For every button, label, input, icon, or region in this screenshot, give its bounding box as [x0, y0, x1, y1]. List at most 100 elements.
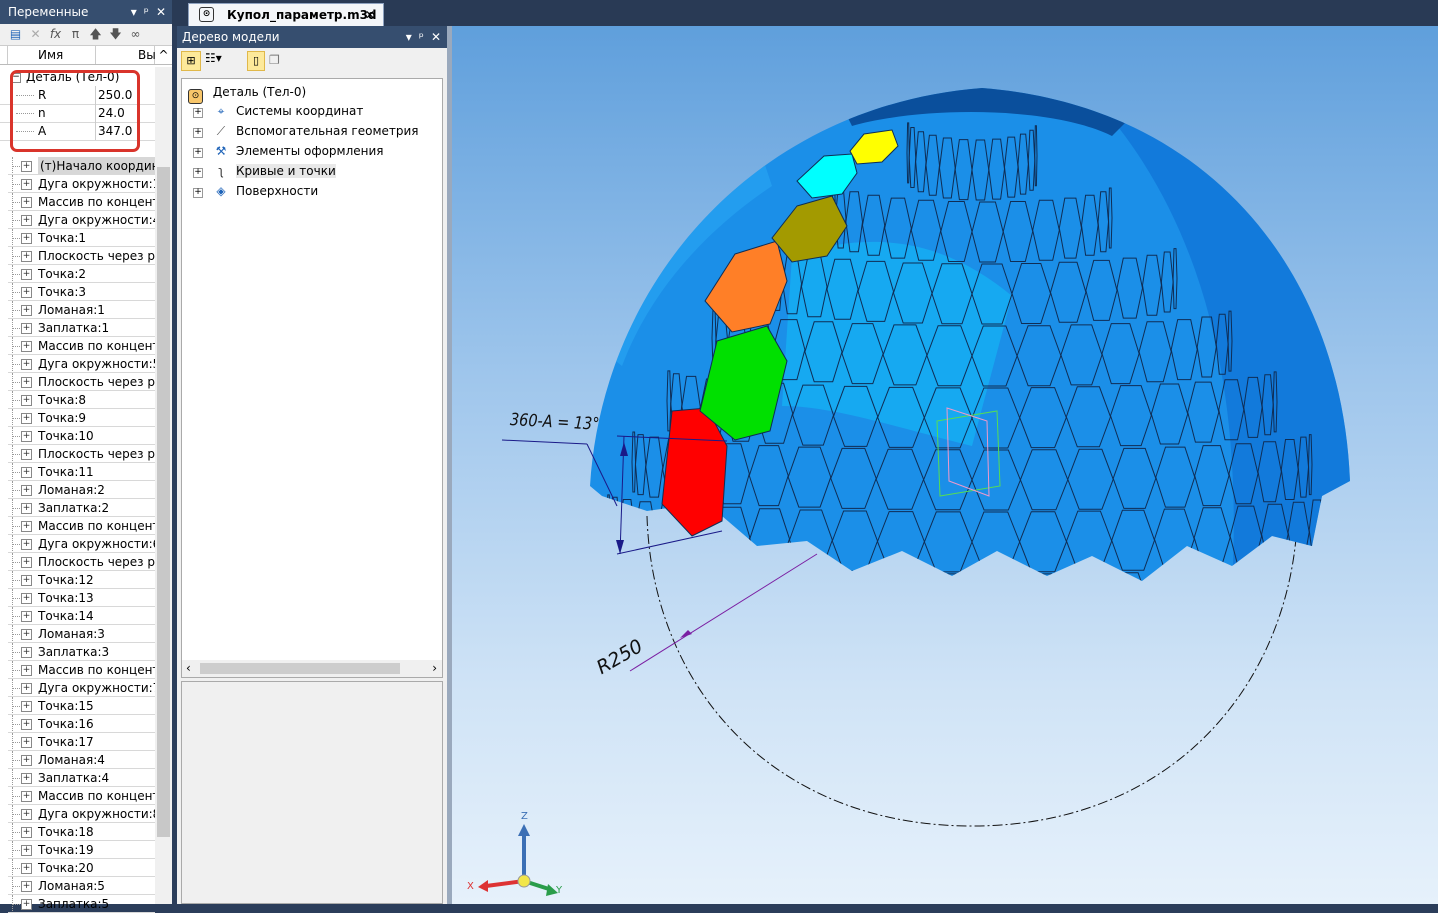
dome-cell[interactable]	[1326, 561, 1342, 622]
expand-icon[interactable]: +	[21, 305, 32, 316]
dome-cell[interactable]	[1324, 497, 1335, 559]
expand-icon[interactable]: +	[21, 611, 32, 622]
expand-icon[interactable]: +	[21, 557, 32, 568]
tree-menu-icon[interactable]: ▾	[406, 26, 412, 48]
expand-icon[interactable]: +	[21, 809, 32, 820]
variable-item[interactable]: + Массив по концентри	[0, 193, 155, 211]
arrow-up-icon[interactable]: 🡅	[88, 27, 103, 42]
dome-cell[interactable]	[1284, 565, 1310, 626]
dome-cell[interactable]	[1307, 563, 1328, 624]
variable-item[interactable]: + Точка:12	[0, 571, 155, 589]
tree-expand-icon[interactable]: +	[193, 188, 203, 198]
variable-item[interactable]: + Точка:18	[0, 823, 155, 841]
variable-item[interactable]: + Дуга окружности:7	[0, 679, 155, 697]
hscroll-thumb[interactable]	[200, 663, 400, 674]
expand-icon[interactable]: +	[21, 773, 32, 784]
variable-item[interactable]: + Массив по концентри	[0, 337, 155, 355]
expand-icon[interactable]: +	[21, 755, 32, 766]
tree-expand-icon[interactable]: +	[193, 128, 203, 138]
expand-icon[interactable]: +	[21, 521, 32, 532]
table-icon[interactable]: ▤	[8, 27, 23, 42]
expand-icon[interactable]: +	[21, 863, 32, 874]
dome-cell[interactable]	[836, 572, 882, 633]
variable-item[interactable]: + Массив по концентри	[0, 661, 155, 679]
expand-icon[interactable]: +	[21, 287, 32, 298]
expand-icon[interactable]: +	[21, 395, 32, 406]
variable-item[interactable]: + Точка:16	[0, 715, 155, 733]
tree-copy-icon[interactable]: ❐	[269, 53, 280, 67]
expand-icon[interactable]: +	[21, 503, 32, 514]
expand-icon[interactable]: +	[21, 845, 32, 856]
dome-cell[interactable]	[1148, 571, 1189, 632]
variables-scrollbar[interactable]	[155, 67, 172, 904]
expand-icon[interactable]: +	[21, 647, 32, 658]
tree-node[interactable]: + ⌖ Системы координат	[193, 101, 363, 121]
close-tab-icon[interactable]: ✕	[365, 4, 375, 26]
tree-close-icon[interactable]: ✕	[431, 26, 441, 48]
variable-item[interactable]: + Ломаная:2	[0, 481, 155, 499]
expand-icon[interactable]: +	[21, 323, 32, 334]
variable-item[interactable]: + Заплатка:1	[0, 319, 155, 337]
variable-item[interactable]: + Ломаная:3	[0, 625, 155, 643]
variable-item[interactable]: + Плоскость через реб	[0, 445, 155, 463]
variable-item[interactable]: + Дуга окружности:1	[0, 175, 155, 193]
dome-cell[interactable]	[616, 561, 637, 622]
variable-item[interactable]: + Ломаная:5	[0, 877, 155, 895]
variable-item[interactable]: + Дуга окружности:8	[0, 805, 155, 823]
dome-cell[interactable]	[794, 571, 838, 632]
tree-doc-icon[interactable]: ▯	[247, 51, 265, 71]
variable-item[interactable]: + Массив по концентри	[0, 787, 155, 805]
variable-item[interactable]: + Плоскость через реб	[0, 247, 155, 265]
scroll-left-icon[interactable]: ‹	[186, 661, 191, 675]
tree-node[interactable]: + ʅ Кривые и точки	[193, 161, 336, 181]
expand-icon[interactable]: +	[21, 179, 32, 190]
scroll-right-icon[interactable]: ›	[432, 661, 437, 675]
expand-icon[interactable]: +	[21, 701, 32, 712]
arrow-down-icon[interactable]: 🡇	[108, 27, 123, 42]
expand-icon[interactable]: +	[21, 269, 32, 280]
dome-cell[interactable]	[658, 565, 689, 626]
variable-item[interactable]: + Точка:9	[0, 409, 155, 427]
variable-item[interactable]: + Заплатка:2	[0, 499, 155, 517]
expand-icon[interactable]: +	[21, 881, 32, 892]
variable-item[interactable]: + Точка:17	[0, 733, 155, 751]
expand-icon[interactable]: +	[21, 431, 32, 442]
dome-cell[interactable]	[1062, 573, 1108, 634]
variable-item[interactable]: + Точка:2	[0, 265, 155, 283]
expand-icon[interactable]: +	[21, 899, 32, 910]
expand-icon[interactable]: +	[21, 359, 32, 370]
expand-icon[interactable]: +	[21, 485, 32, 496]
tree-root[interactable]: ⊙ Деталь (Тел-0)	[188, 82, 306, 104]
variable-item[interactable]: + Заплатка:4	[0, 769, 155, 787]
variable-item[interactable]: + Ломаная:4	[0, 751, 155, 769]
variable-item[interactable]: + Точка:19	[0, 841, 155, 859]
dome-cell[interactable]	[880, 573, 927, 634]
sort-up-icon[interactable]: ^	[155, 46, 172, 64]
delete-icon[interactable]: ✕	[28, 27, 43, 42]
dome-cell[interactable]	[606, 494, 611, 556]
expand-icon[interactable]: +	[21, 719, 32, 730]
expand-icon[interactable]: +	[21, 629, 32, 640]
variable-item[interactable]: + Точка:15	[0, 697, 155, 715]
expand-icon[interactable]: +	[21, 233, 32, 244]
expand-icon[interactable]: +	[21, 161, 32, 172]
tree-hscrollbar[interactable]: ‹ ›	[182, 660, 442, 677]
tree-expand-icon[interactable]: +	[193, 148, 203, 158]
close-icon[interactable]: ✕	[156, 0, 166, 24]
tree-node[interactable]: + ⟋ Вспомогательная геометрия	[193, 121, 419, 141]
variable-item[interactable]: + Плоскость через реб	[0, 373, 155, 391]
cell-red[interactable]	[661, 407, 728, 537]
panel-menu-icon[interactable]: ▾	[131, 0, 137, 24]
dome-cell[interactable]	[1340, 559, 1350, 620]
expand-icon[interactable]: +	[21, 665, 32, 676]
dome-cell[interactable]	[609, 496, 620, 558]
dome-cell[interactable]	[719, 569, 757, 630]
dome-cell[interactable]	[1348, 557, 1352, 618]
dome-cell[interactable]	[634, 501, 657, 563]
dome-cell[interactable]	[1106, 572, 1150, 633]
variable-item[interactable]: + Точка:13	[0, 589, 155, 607]
variable-item[interactable]: + Точка:3	[0, 283, 155, 301]
variable-item[interactable]: + Точка:14	[0, 607, 155, 625]
dome-cell[interactable]	[1333, 495, 1338, 556]
dome-cell[interactable]	[1223, 569, 1257, 630]
